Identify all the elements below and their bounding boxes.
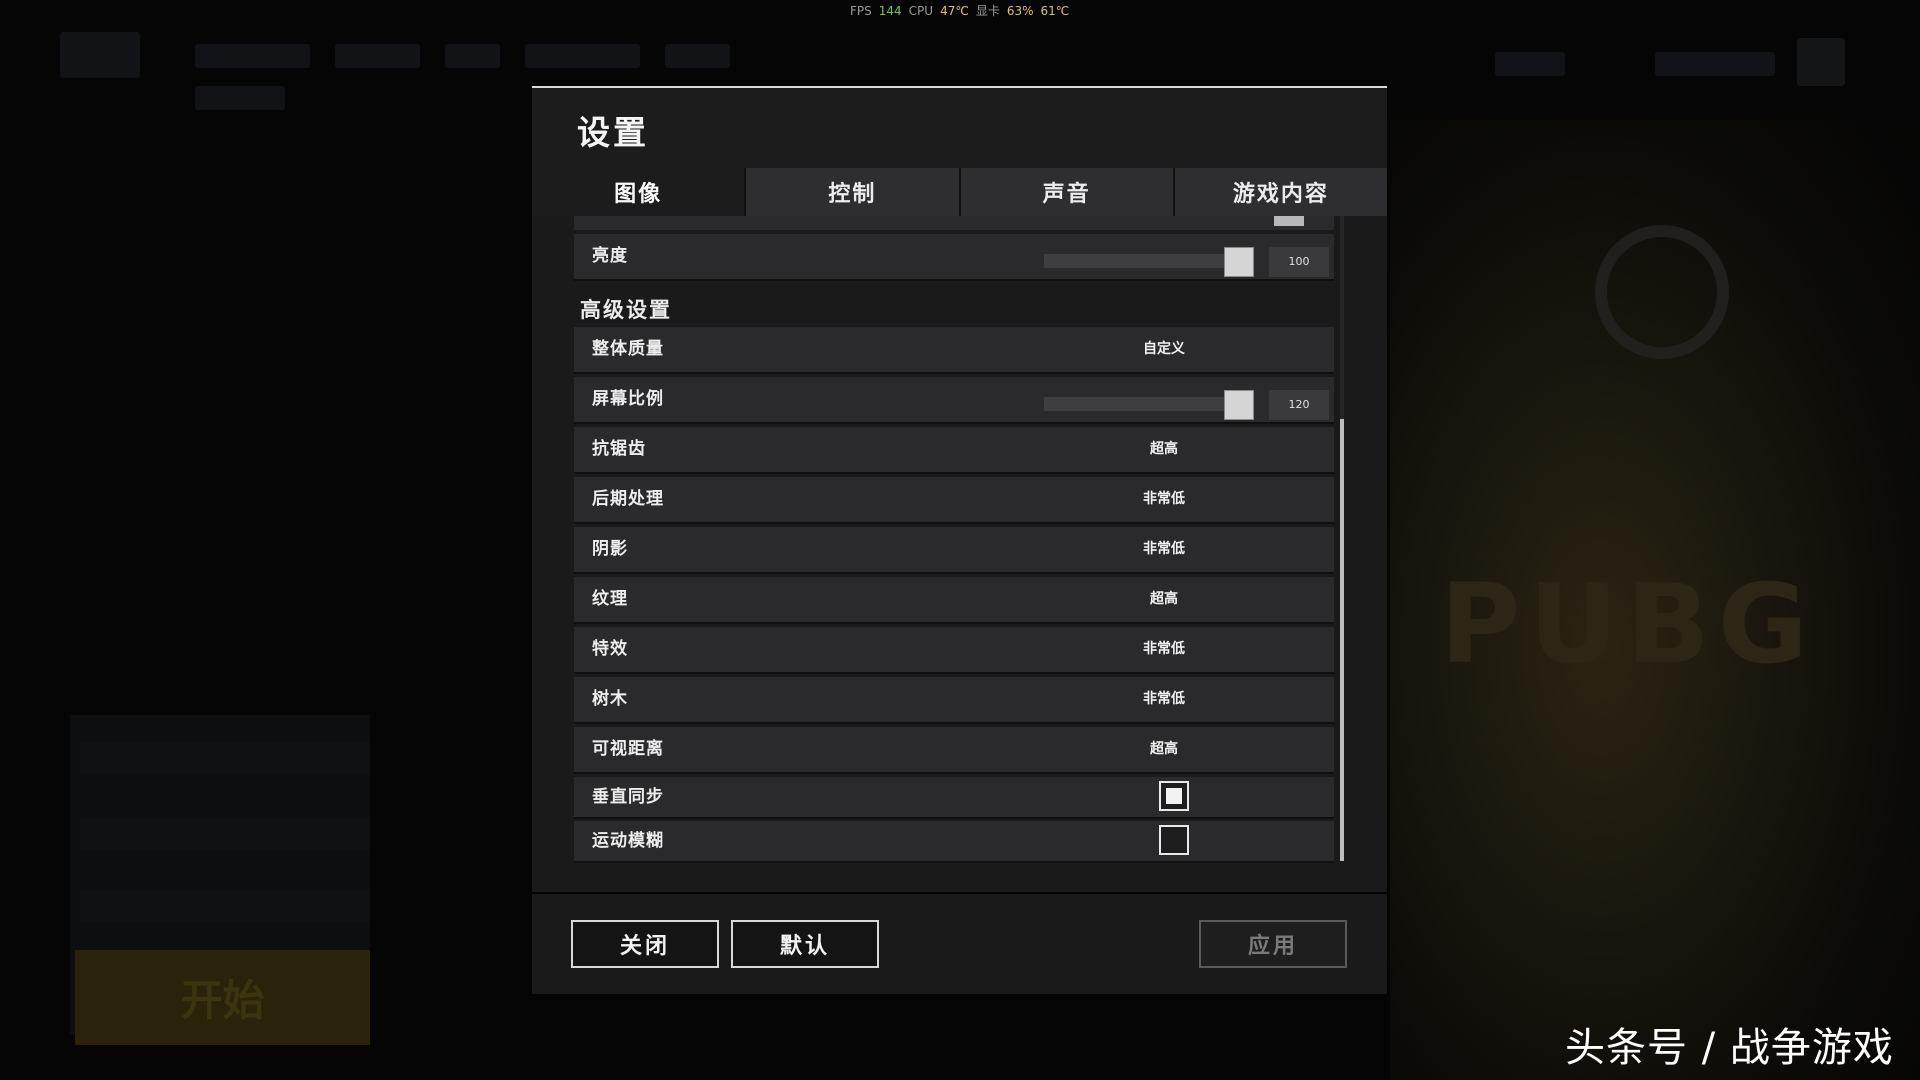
- setting-row-overall-quality[interactable]: 整体质量 自定义: [574, 327, 1334, 374]
- setting-value[interactable]: 自定义: [1114, 327, 1214, 372]
- setting-row-brightness: 亮度 100: [574, 234, 1334, 281]
- setting-label: 后期处理: [592, 489, 664, 509]
- motion-blur-checkbox[interactable]: [1159, 825, 1189, 855]
- bg-left-field: [80, 742, 370, 774]
- setting-label: 树木: [592, 689, 628, 709]
- setting-value[interactable]: 超高: [1114, 427, 1214, 472]
- setting-value[interactable]: 超高: [1114, 577, 1214, 622]
- partial-row: [574, 216, 1334, 230]
- bg-menu-blob: [195, 86, 285, 110]
- setting-row-effects[interactable]: 特效 非常低: [574, 627, 1334, 674]
- settings-content: 亮度 100 高级设置 整体质量 自定义 屏幕比例 120 抗锯齿 超高 后期处…: [532, 216, 1387, 892]
- brightness-slider-thumb[interactable]: [1224, 247, 1254, 277]
- bg-menu-blob: [665, 44, 730, 68]
- settings-tabs: 图像 控制 声音 游戏内容: [532, 168, 1387, 216]
- setting-row-screen-scale: 屏幕比例 120: [574, 377, 1334, 424]
- apply-button[interactable]: 应用: [1199, 920, 1347, 968]
- tab-gameplay[interactable]: 游戏内容: [1174, 168, 1387, 216]
- screen-scale-slider-track[interactable]: [1044, 397, 1244, 411]
- setting-label: 垂直同步: [592, 787, 664, 807]
- setting-label: 运动模糊: [592, 831, 664, 851]
- setting-label: 整体质量: [592, 339, 664, 359]
- gpu-usage: 63%: [1006, 4, 1034, 18]
- setting-label: 阴影: [592, 539, 628, 559]
- setting-row-view-distance[interactable]: 可视距离 超高: [574, 727, 1334, 774]
- gpu-temp: 61℃: [1040, 4, 1070, 18]
- bg-badge-icon: [1595, 225, 1729, 359]
- bg-menu-blob: [195, 44, 310, 68]
- fps-overlay: FPS 144 CPU 47℃ 显卡 63% 61℃: [850, 2, 1076, 19]
- setting-label: 屏幕比例: [592, 389, 664, 409]
- scrollbar-thumb[interactable]: [1340, 419, 1344, 861]
- default-button[interactable]: 默认: [731, 920, 879, 968]
- setting-label: 特效: [592, 639, 628, 659]
- brightness-slider-track[interactable]: [1044, 254, 1244, 268]
- bg-menu-blob: [445, 44, 500, 68]
- close-button[interactable]: 关闭: [571, 920, 719, 968]
- bg-menu-blob: [525, 44, 640, 68]
- bg-menu-blob: [1495, 52, 1565, 76]
- setting-value[interactable]: 非常低: [1114, 527, 1214, 572]
- dialog-title: 设置: [577, 113, 649, 152]
- setting-row-foliage[interactable]: 树木 非常低: [574, 677, 1334, 724]
- screen-scale-slider-thumb[interactable]: [1224, 390, 1254, 420]
- fps-value: 144: [878, 4, 902, 18]
- setting-row-textures[interactable]: 纹理 超高: [574, 577, 1334, 624]
- settings-dialog: 设置 图像 控制 声音 游戏内容 亮度 100 高级设置 整体质量 自定义 屏幕…: [532, 86, 1387, 994]
- bg-profile-icon: [1797, 38, 1845, 86]
- tab-graphics[interactable]: 图像: [532, 168, 747, 216]
- watermark-text: 头条号 / 战争游戏: [1565, 1025, 1894, 1071]
- setting-row-vsync: 垂直同步: [574, 777, 1334, 819]
- setting-value[interactable]: 超高: [1114, 727, 1214, 772]
- bg-start-button: 开始: [75, 950, 370, 1045]
- setting-label: 抗锯齿: [592, 439, 646, 459]
- cpu-temp: 47℃: [940, 4, 969, 18]
- setting-row-anti-aliasing[interactable]: 抗锯齿 超高: [574, 427, 1334, 474]
- cpu-label: CPU: [908, 4, 934, 18]
- screen-scale-value[interactable]: 120: [1269, 390, 1329, 420]
- setting-value[interactable]: 非常低: [1114, 677, 1214, 722]
- bg-logo: PUBG: [1440, 560, 1817, 688]
- bg-menu-blob: [1655, 52, 1775, 76]
- setting-label: 纹理: [592, 589, 628, 609]
- slider-thumb[interactable]: [1274, 216, 1304, 226]
- setting-value[interactable]: 非常低: [1114, 477, 1214, 522]
- tab-sound[interactable]: 声音: [960, 168, 1175, 216]
- setting-row-post-processing[interactable]: 后期处理 非常低: [574, 477, 1334, 524]
- bg-left-field: [80, 818, 370, 850]
- vsync-checkbox[interactable]: [1159, 781, 1189, 811]
- advanced-settings-title: 高级设置: [580, 298, 672, 322]
- bg-left-field: [80, 890, 370, 922]
- setting-row-shadows[interactable]: 阴影 非常低: [574, 527, 1334, 574]
- dialog-header: 设置: [532, 88, 1387, 168]
- setting-label: 可视距离: [592, 739, 664, 759]
- setting-label: 亮度: [592, 246, 628, 266]
- gpu-label: 显卡: [975, 4, 1000, 18]
- setting-value[interactable]: 非常低: [1114, 627, 1214, 672]
- brightness-value[interactable]: 100: [1269, 247, 1329, 277]
- bg-menu-blob: [60, 32, 140, 78]
- tab-controls[interactable]: 控制: [746, 168, 961, 216]
- setting-row-motion-blur: 运动模糊: [574, 821, 1334, 863]
- dialog-footer: 关闭 默认 应用: [532, 894, 1387, 994]
- fps-label: FPS: [850, 4, 872, 18]
- bg-menu-blob: [335, 44, 420, 68]
